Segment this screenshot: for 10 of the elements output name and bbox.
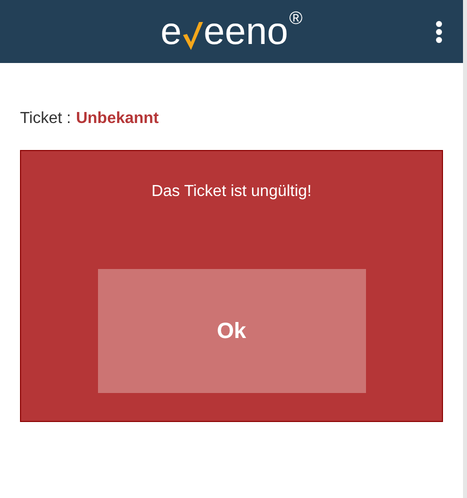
alert-message: Das Ticket ist ungültig!	[151, 183, 312, 201]
ticket-label: Ticket :	[20, 110, 71, 128]
check-icon	[182, 20, 204, 50]
registered-mark: ®	[289, 8, 302, 26]
menu-icon	[435, 20, 443, 44]
ticket-status: Unbekannt	[76, 110, 159, 128]
logo-text: e	[160, 12, 182, 50]
menu-button[interactable]	[435, 20, 443, 44]
logo-text: eeno	[204, 12, 288, 50]
ok-button[interactable]: Ok	[98, 269, 366, 393]
